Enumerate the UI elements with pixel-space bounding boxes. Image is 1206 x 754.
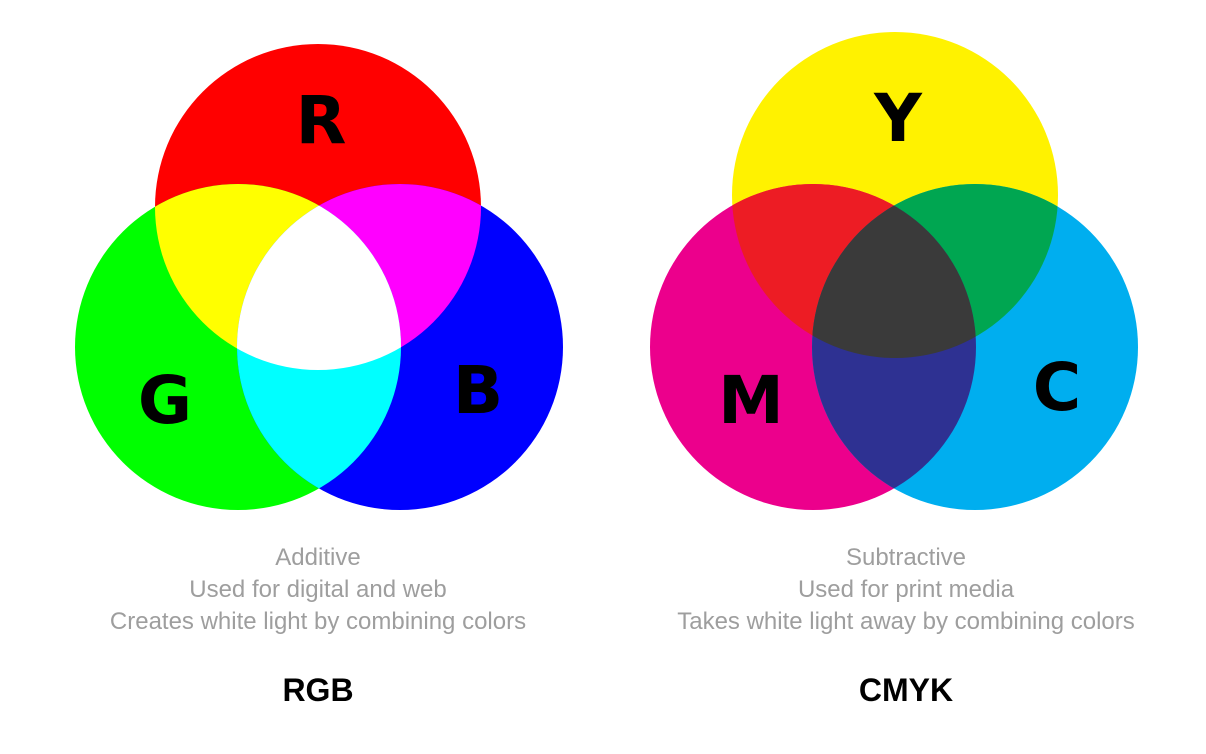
cmyk-letter-y: Y: [873, 80, 923, 157]
rgb-description: Additive Used for digital and web Create…: [38, 542, 598, 638]
rgb-desc-line-3: Creates white light by combining colors: [109, 608, 527, 635]
rgb-desc-line-2: Used for digital and web: [189, 576, 447, 603]
cmyk-description: Subtractive Used for print media Takes w…: [626, 542, 1186, 638]
cmyk-title: CMYK: [858, 672, 954, 708]
cmyk-diagram: Y M C: [650, 32, 1138, 510]
rgb-letter-g: G: [138, 362, 192, 439]
rgb-title: RGB: [282, 672, 354, 708]
rgb-diagram: R G B: [75, 44, 563, 510]
rgb-letter-r: R: [296, 82, 347, 159]
cmyk-desc-line-2: Used for print media: [797, 576, 1015, 603]
cmyk-desc-line-1: Subtractive: [845, 544, 967, 571]
cmyk-letter-m: M: [718, 362, 784, 439]
rgb-letter-b: B: [453, 352, 503, 429]
cmyk-desc-line-3: Takes white light away by combining colo…: [677, 608, 1135, 635]
color-models-diagram: R G B Y M C: [75, 32, 1138, 510]
rgb-desc-line-1: Additive: [275, 544, 361, 571]
cmyk-letter-c: C: [1033, 349, 1081, 426]
